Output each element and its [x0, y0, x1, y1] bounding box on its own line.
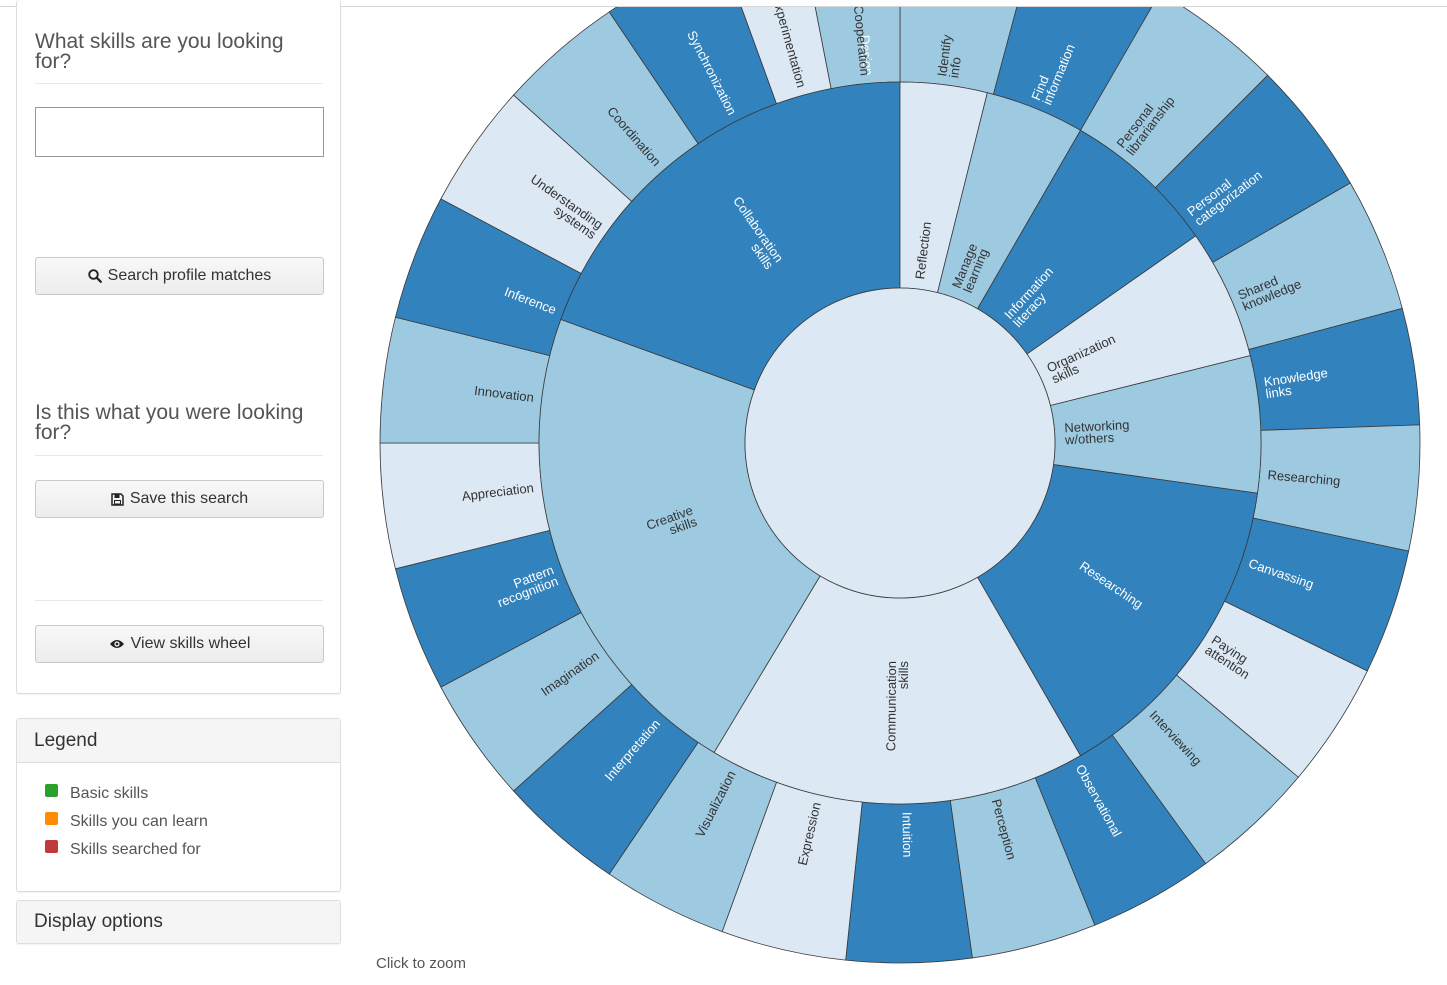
- outer-label-intuition: Intuition: [899, 812, 915, 858]
- wheel-center[interactable]: [744, 287, 1056, 599]
- zoom-hint: Click to zoom: [376, 955, 467, 972]
- skills-wheel[interactable]: Design IdentifyinfoFindinformationPersona…: [0, 0, 1447, 985]
